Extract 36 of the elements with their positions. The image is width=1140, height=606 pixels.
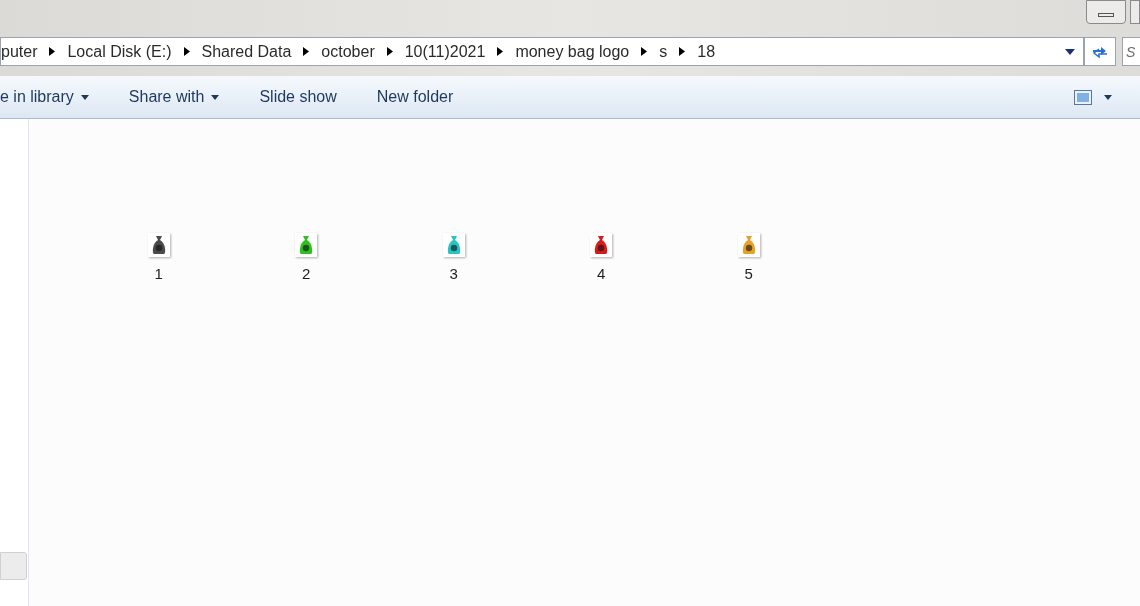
breadcrumb-arrow-icon[interactable] [49,47,56,56]
breadcrumb-arrow-icon[interactable] [641,47,648,56]
maximize-button[interactable] [1130,0,1140,24]
breadcrumb[interactable]: 18 [697,39,716,64]
toolbar-button[interactable]: Slide show [239,85,357,109]
toolbar-button[interactable]: Share with [108,85,240,109]
address-bar[interactable]: puter Local Disk (E:) Shared Data october 10(11)2021 money bag logo s 18 [0,37,1084,66]
breadcrumb[interactable]: s [659,39,668,64]
breadcrumb-arrow-icon[interactable] [386,47,393,56]
file-item[interactable]: 4 [527,233,675,286]
minimize-button[interactable] [1086,0,1126,24]
refresh-icon [1091,44,1109,59]
file-item[interactable]: 5 [675,233,823,286]
breadcrumb-arrow-icon[interactable] [183,47,190,56]
dropdown-icon[interactable] [1065,48,1075,55]
toolbar-button[interactable]: New folder [356,85,474,109]
breadcrumb[interactable]: money bag logo [515,39,630,64]
file-item[interactable]: 2 [232,233,380,286]
caret-icon [80,94,89,100]
breadcrumb[interactable]: Local Disk (E:) [67,39,172,64]
breadcrumb[interactable]: 10(11)2021 [404,39,486,64]
caret-icon[interactable] [1104,94,1112,100]
breadcrumb-arrow-icon[interactable] [303,47,310,56]
file-item[interactable]: 3 [380,233,528,286]
breadcrumb[interactable]: Shared Data [201,39,292,64]
breadcrumb-arrow-icon[interactable] [497,47,504,56]
refresh-button[interactable] [1084,37,1116,66]
breadcrumb[interactable]: october [321,39,375,64]
caret-icon [211,94,220,100]
file-item[interactable]: 1 [85,233,233,286]
minimize-icon [1098,13,1114,17]
search-field[interactable]: S [1122,37,1140,66]
breadcrumb[interactable]: puter [1,39,38,64]
breadcrumb-arrow-icon[interactable] [679,47,686,56]
picture-icon[interactable] [1074,89,1092,105]
toolbar-button[interactable]: e in library [0,85,109,109]
